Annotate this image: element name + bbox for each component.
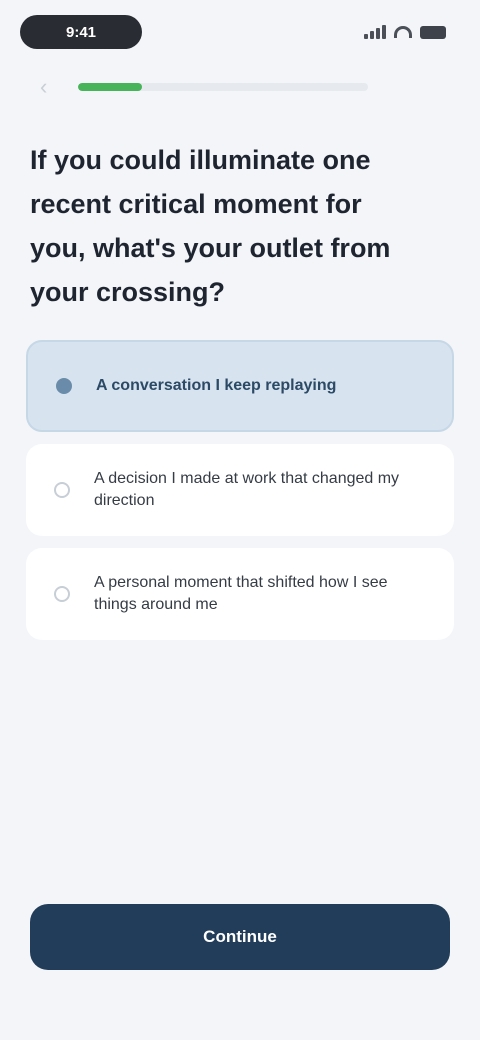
progress-row: ‹ [40,74,368,100]
progress-bar [78,83,368,91]
option-3[interactable]: A personal moment that shifted how I see… [26,548,454,640]
wifi-icon [394,26,412,38]
option-1[interactable]: A conversation I keep replaying [26,340,454,432]
options-list: A conversation I keep replaying A decisi… [26,340,454,652]
signal-icon [364,25,386,39]
status-time: 9:41 [20,15,142,49]
status-bar: 9:41 [20,12,460,52]
option-label: A personal moment that shifted how I see… [94,574,388,613]
question-title: If you could illuminate one recent criti… [30,145,391,307]
option-label: A conversation I keep replaying [96,377,337,394]
battery-icon [420,25,446,39]
option-2[interactable]: A decision I made at work that changed m… [26,444,454,536]
status-icons [364,25,460,39]
back-arrow-icon[interactable]: ‹ [40,76,60,98]
progress-fill [78,83,142,91]
radio-icon [54,482,70,498]
continue-button[interactable]: Continue [30,904,450,970]
screen: 9:41 ‹ If you could illuminate one recen… [0,0,480,1040]
radio-selected-icon [56,378,72,394]
radio-icon [54,586,70,602]
option-label: A decision I made at work that changed m… [94,470,400,509]
